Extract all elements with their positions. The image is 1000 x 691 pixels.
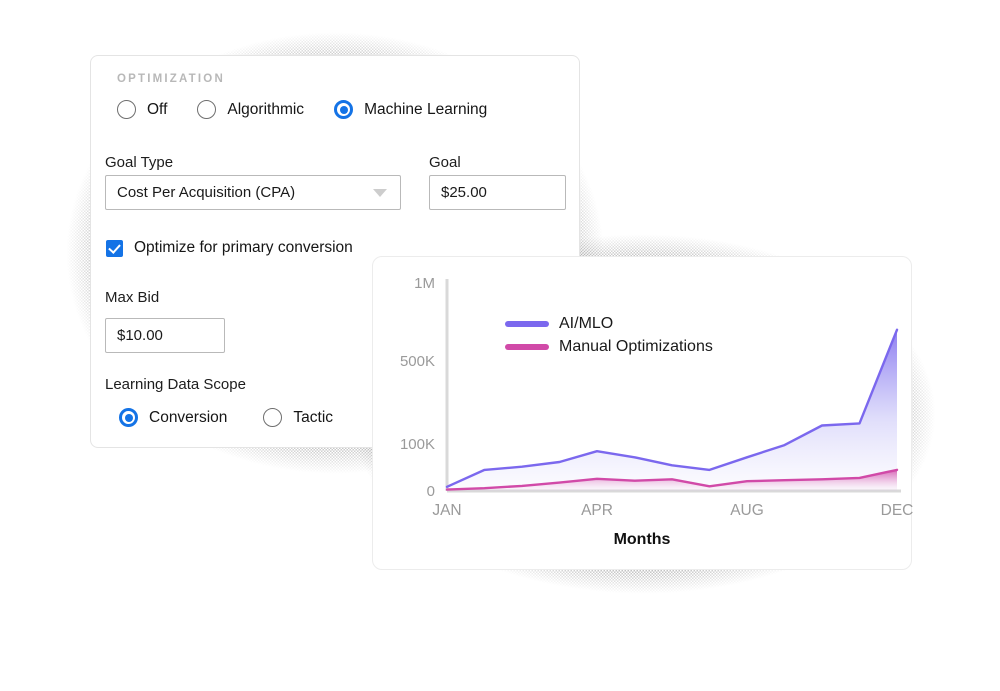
performance-chart-card: 0 100K 500K 1M JAN APR AUG DEC AI/MLO Manual Op… [372,256,913,570]
radio-scope-tactic[interactable]: Tactic [263,408,333,427]
legend-label: Manual Optimizations [559,338,713,355]
y-axis-tick: 100K [400,436,435,453]
radio-circle-selected-icon [119,408,138,427]
x-axis-tick: APR [581,502,613,519]
goal-type-value: Cost Per Acquisition (CPA) [117,184,296,201]
max-bid-value: $10.00 [117,327,163,344]
chevron-down-icon[interactable] [373,188,387,197]
max-bid-input[interactable]: $10.00 [105,318,225,353]
x-axis-title: Months [613,531,671,548]
y-axis-tick: 0 [427,483,435,500]
radio-circle-icon [263,408,283,427]
chart-area: 0 100K 500K 1M JAN APR AUG DEC AI/MLO Manual Op… [373,257,913,569]
radio-optimization-off[interactable]: Off [117,100,167,119]
legend-item-ai-mlo: AI/MLO [505,315,713,333]
radio-label: Machine Learning [364,100,488,118]
legend-swatch-manual [505,344,549,350]
max-bid-label: Max Bid [105,289,160,306]
radio-optimization-algorithmic[interactable]: Algorithmic [197,100,304,119]
optimization-radio-group[interactable]: Off Algorithmic Machine Learning [117,100,517,119]
checkmark-icon [106,239,123,257]
radio-label: Algorithmic [227,100,305,118]
goal-value: $25.00 [441,184,487,201]
legend-item-manual: Manual Optimizations [505,338,713,356]
learning-data-scope-label: Learning Data Scope [105,376,246,393]
goal-type-select[interactable]: Cost Per Acquisition (CPA) [105,175,401,210]
radio-optimization-machine-learning[interactable]: Machine Learning [334,100,487,119]
optimize-primary-conversion-checkbox[interactable]: Optimize for primary conversion [106,239,353,257]
radio-label: Conversion [149,408,228,426]
chart-legend: AI/MLO Manual Optimizations [505,315,713,361]
radio-circle-icon [197,100,217,119]
x-axis-tick: DEC [881,502,913,519]
radio-scope-conversion[interactable]: Conversion [119,408,227,427]
legend-label: AI/MLO [559,315,614,332]
section-label-optimization: OPTIMIZATION [117,73,225,85]
x-axis-tick: AUG [730,502,764,519]
goal-label: Goal [429,154,461,171]
learning-data-scope-radio-group[interactable]: Conversion Tactic [107,408,363,427]
goal-type-label: Goal Type [105,154,174,171]
radio-circle-icon [117,100,136,119]
plot-layer: 0 100K 500K 1M JAN APR AUG DEC [400,275,913,519]
radio-circle-selected-icon [334,100,354,119]
radio-label: Tactic [293,408,334,426]
goal-input[interactable]: $25.00 [429,175,566,210]
checkbox-label: Optimize for primary conversion [134,239,353,256]
area-chart-svg: 0 100K 500K 1M JAN APR AUG DEC [400,275,913,519]
screenshot-root: OPTIMIZATION Off Algorithmic Machine Lea… [0,0,1000,691]
radio-label: Off [147,100,168,118]
y-axis-tick: 1M [414,275,435,292]
x-axis-tick: JAN [432,502,461,519]
legend-swatch-ai-mlo [505,321,549,327]
y-axis-tick: 500K [400,353,435,370]
